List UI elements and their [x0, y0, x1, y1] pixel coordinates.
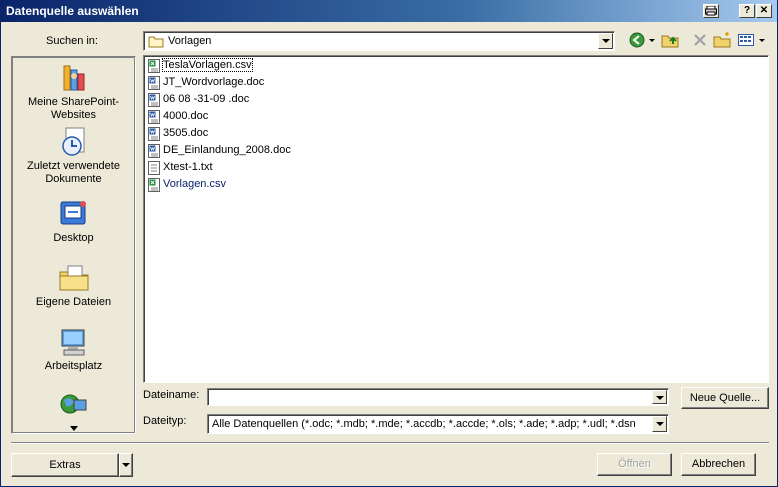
- tools-dropdown-button[interactable]: [119, 453, 133, 477]
- filetype-dropdown-button[interactable]: [652, 416, 667, 432]
- divider: [11, 442, 769, 444]
- doc-file-icon: [148, 127, 160, 141]
- file-name: 3505.doc: [163, 127, 209, 139]
- lookin-combo[interactable]: Vorlagen: [143, 31, 615, 51]
- back-dropdown-icon[interactable]: [647, 31, 657, 49]
- place-my-computer[interactable]: Arbeitsplatz: [13, 326, 134, 373]
- new-folder-icon[interactable]: [713, 31, 731, 49]
- file-name: Vorlagen.csv: [163, 178, 226, 190]
- close-button[interactable]: ✕: [756, 4, 772, 18]
- doc-file-icon: [148, 144, 160, 158]
- print-icon[interactable]: [703, 4, 719, 18]
- window-title: Datenquelle auswählen: [6, 4, 139, 18]
- filename-label: Dateiname:: [143, 389, 200, 401]
- tools-button[interactable]: Extras: [11, 453, 119, 477]
- my-documents-icon: [58, 262, 90, 294]
- filetype-label: Dateityp:: [143, 415, 187, 427]
- file-list[interactable]: TeslaVorlagen.csv JT_Wordvorlage.doc 06 08…: [143, 55, 769, 383]
- csv-file-icon: [148, 59, 160, 73]
- doc-file-icon: [148, 110, 160, 124]
- file-name: Xtest-1.txt: [163, 161, 213, 173]
- file-name: 4000.doc: [163, 110, 209, 122]
- recent-documents-icon: [58, 126, 90, 158]
- desktop-icon: [58, 198, 90, 230]
- place-label: Desktop: [53, 232, 94, 244]
- sharepoint-icon: [58, 62, 90, 94]
- new-source-button[interactable]: Neue Quelle...: [681, 387, 769, 409]
- up-folder-icon[interactable]: [661, 31, 679, 49]
- filename-dropdown-button[interactable]: [652, 390, 667, 404]
- places-bar: Meine SharePoint-Websites Zuletzt verwen…: [11, 56, 136, 434]
- file-name: 06 08 -31-09 .doc: [163, 93, 250, 105]
- my-computer-icon: [58, 326, 90, 358]
- csv-file-icon: [148, 178, 160, 192]
- txt-file-icon: [148, 161, 160, 175]
- back-icon[interactable]: [628, 31, 646, 49]
- place-recent[interactable]: Zuletzt verwendete Dokumente: [13, 126, 134, 186]
- file-name: TeslaVorlagen.csv: [162, 58, 253, 72]
- dialog-window: Datenquelle auswählen ? ✕ Suchen in: Vor…: [0, 0, 778, 487]
- help-button[interactable]: ?: [739, 4, 755, 18]
- place-desktop[interactable]: Desktop: [13, 198, 134, 245]
- filetype-select[interactable]: Alle Datenquellen (*.odc; *.mdb; *.mde; …: [207, 414, 669, 434]
- place-label: Eigene Dateien: [35, 296, 112, 308]
- lookin-value: Vorlagen: [168, 35, 212, 47]
- place-label: Meine SharePoint-Websites: [27, 96, 120, 121]
- views-dropdown-icon[interactable]: [757, 31, 767, 49]
- place-sharepoint[interactable]: Meine SharePoint-Websites: [13, 62, 134, 122]
- doc-file-icon: [148, 93, 160, 107]
- file-name: DE_Einlandung_2008.doc: [163, 144, 291, 156]
- place-label: Zuletzt verwendete Dokumente: [27, 160, 120, 185]
- doc-file-icon: [148, 76, 160, 90]
- chevron-down-icon: [122, 463, 130, 467]
- open-button[interactable]: Öffnen: [597, 453, 672, 476]
- place-my-documents[interactable]: Eigene Dateien: [13, 262, 134, 309]
- title-bar[interactable]: Datenquelle auswählen ? ✕: [1, 0, 777, 22]
- place-network[interactable]: [13, 390, 134, 422]
- places-scroll-down-icon[interactable]: [69, 424, 79, 432]
- lookin-label: Suchen in:: [46, 35, 98, 47]
- filename-input[interactable]: [207, 388, 669, 406]
- folder-icon: [148, 36, 164, 48]
- place-label: Arbeitsplatz: [44, 360, 103, 372]
- views-icon[interactable]: [737, 31, 755, 49]
- cancel-button[interactable]: Abbrechen: [681, 453, 756, 476]
- lookin-dropdown-button[interactable]: [598, 33, 613, 49]
- network-icon: [58, 390, 90, 422]
- file-name: JT_Wordvorlage.doc: [163, 76, 265, 88]
- filetype-value: Alle Datenquellen (*.odc; *.mdb; *.mde; …: [212, 418, 636, 430]
- delete-icon[interactable]: [691, 31, 709, 49]
